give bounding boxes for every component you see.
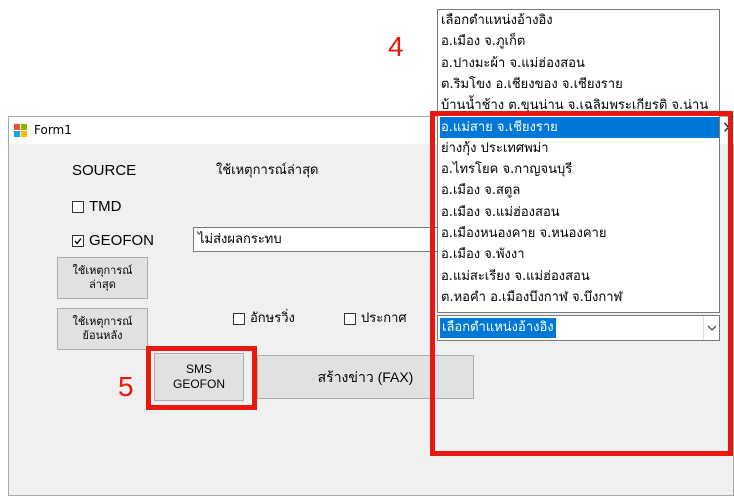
geofon-status-value: ไม่ส่งผลกระทบ: [198, 232, 282, 247]
tmd-checkbox[interactable]: TMD: [72, 197, 122, 217]
geofon-status-field[interactable]: ไม่ส่งผลกระทบ: [193, 227, 439, 252]
use-past-event-label: ใช้เหตุการณ์ ย้อนหลัง: [72, 315, 133, 342]
window-title: Form1: [34, 123, 72, 137]
geofon-label: GEOFON: [89, 232, 155, 249]
use-latest-event-label: ใช้เหตุการณ์ ล่าสุด: [72, 264, 133, 291]
dropdown-option[interactable]: ต.ริมโขง อ.เชียงของ จ.เชียงราย: [440, 74, 719, 95]
annotation-box-5: [146, 346, 257, 410]
dropdown-option[interactable]: เลือกตำแหน่งอ้างอิง: [440, 10, 719, 31]
announce-label: ประกาศ: [361, 311, 407, 326]
use-past-event-button[interactable]: ใช้เหตุการณ์ ย้อนหลัง: [57, 308, 148, 350]
checkbox-unchecked-icon: [344, 313, 356, 325]
running-text-checkbox[interactable]: อักษรวิ่ง: [233, 309, 295, 329]
checkbox-checked-icon: [72, 235, 84, 247]
annotation-box-4: [430, 111, 733, 456]
geofon-checkbox[interactable]: GEOFON: [72, 231, 154, 251]
checkbox-unchecked-icon: [72, 201, 84, 213]
running-text-label: อักษรวิ่ง: [250, 311, 295, 326]
checkbox-unchecked-icon: [233, 313, 245, 325]
source-heading: SOURCE: [72, 162, 137, 179]
annotation-number-4: 4: [388, 31, 404, 62]
annotation-number-5: 5: [118, 371, 134, 402]
dropdown-option[interactable]: อ.เมือง จ.ภูเก็ต: [440, 31, 719, 52]
tmd-label: TMD: [89, 198, 122, 215]
create-fax-news-label: สร้างข่าว (FAX): [317, 369, 414, 385]
latest-event-text: ใช้เหตุการณ์ล่าสุด: [216, 163, 319, 178]
form-app-icon: [14, 123, 28, 137]
announce-checkbox[interactable]: ประกาศ: [344, 309, 407, 329]
use-latest-event-button[interactable]: ใช้เหตุการณ์ ล่าสุด: [57, 257, 148, 299]
dropdown-option[interactable]: อ.ปางมะผ้า จ.แม่ฮ่องสอน: [440, 53, 719, 74]
